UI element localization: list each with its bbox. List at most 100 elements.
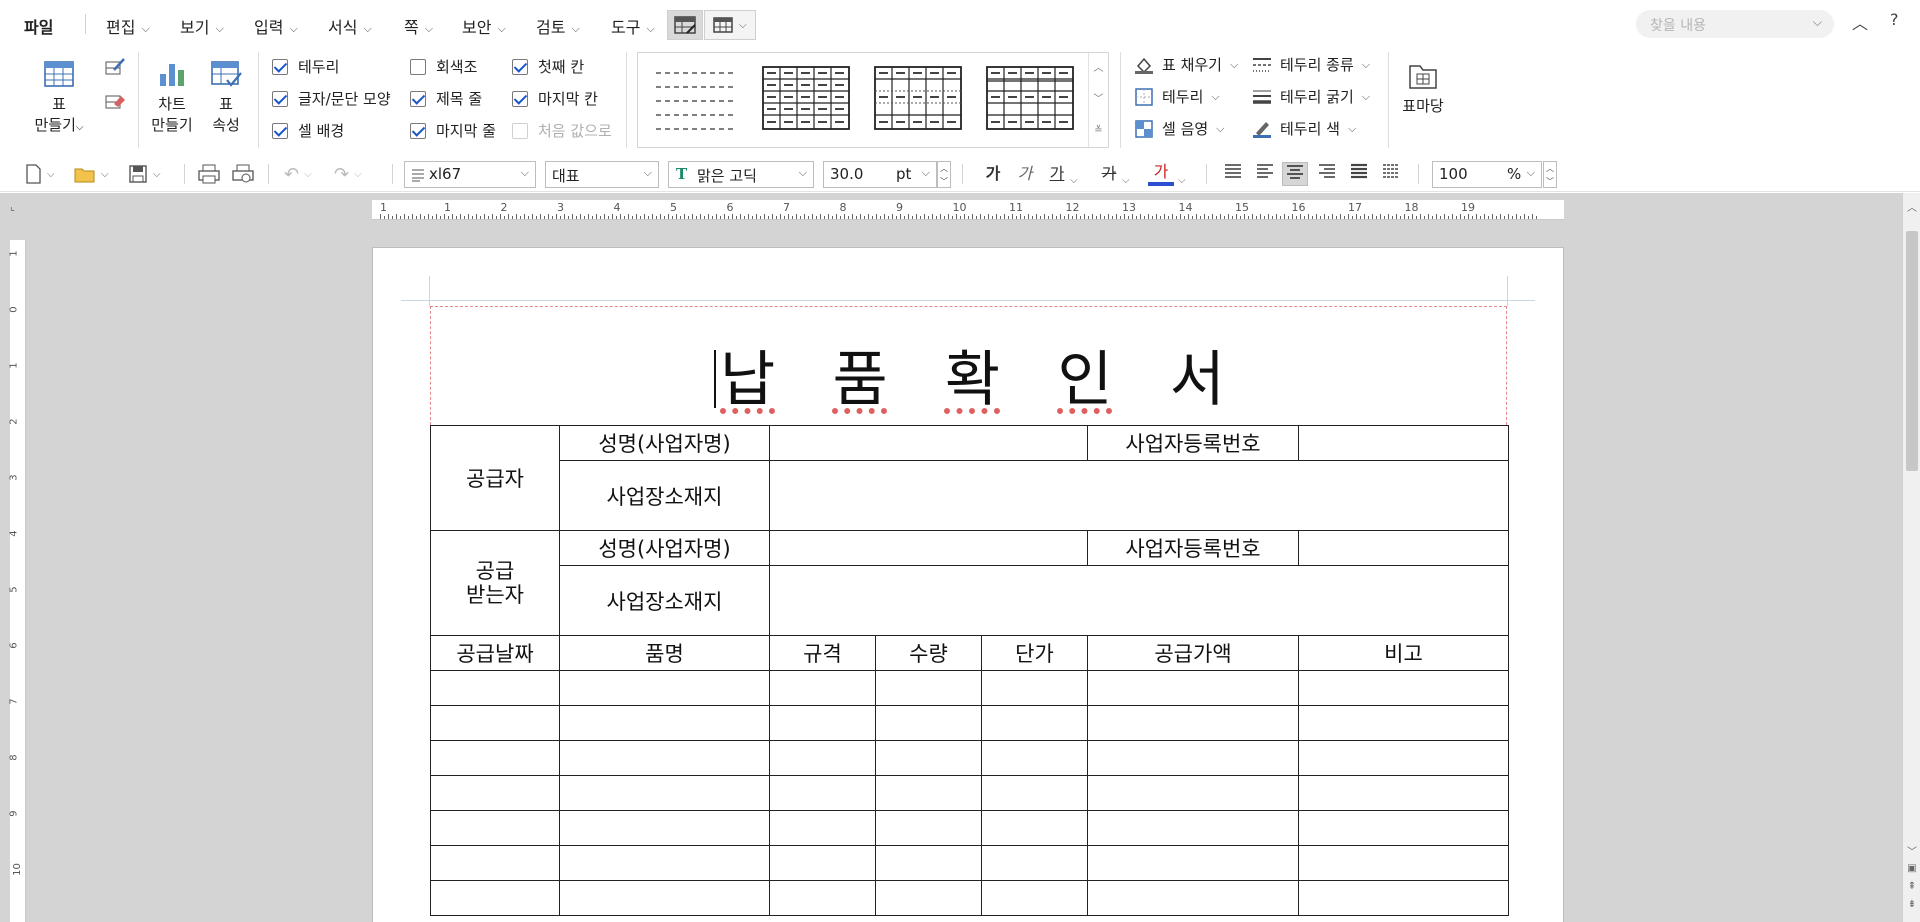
item-cell[interactable] <box>559 880 770 916</box>
item-cell[interactable] <box>1087 775 1299 811</box>
menu-file[interactable]: 파일 <box>24 14 53 38</box>
item-cell[interactable] <box>1087 705 1299 741</box>
item-cell[interactable] <box>981 670 1088 706</box>
column-header-spec[interactable]: 규격 <box>769 635 876 671</box>
supplier-name-label-cell[interactable]: 성명(사업자명) <box>559 425 770 461</box>
item-cell[interactable] <box>769 810 876 846</box>
zoom-input[interactable]: 100 % ⌵ <box>1432 161 1542 188</box>
menu-review[interactable]: 검토 ⌵ <box>536 14 580 38</box>
item-cell[interactable] <box>559 845 770 881</box>
menu-format[interactable]: 서식 ⌵ <box>328 14 372 38</box>
item-cell[interactable] <box>875 740 982 776</box>
print-button[interactable] <box>198 162 220 186</box>
item-cell[interactable] <box>559 775 770 811</box>
cell-shade-button[interactable]: 셀 음영 ⌵ <box>1134 118 1225 139</box>
item-cell[interactable] <box>1298 880 1509 916</box>
column-header-remarks[interactable]: 비고 <box>1298 635 1509 671</box>
justify-button[interactable] <box>1220 162 1246 186</box>
item-cell[interactable] <box>430 880 560 916</box>
column-header-supply-amount[interactable]: 공급가액 <box>1087 635 1299 671</box>
style-preview-grid-double[interactable] <box>986 66 1074 130</box>
border-button[interactable]: 테두리 ⌵ <box>1134 86 1220 107</box>
item-cell[interactable] <box>875 775 982 811</box>
font-color-options[interactable]: ⌵ <box>1178 168 1186 192</box>
item-cell[interactable] <box>1087 880 1299 916</box>
item-cell[interactable] <box>559 810 770 846</box>
zoom-stepper[interactable]: ︿ ﹀ <box>1543 161 1557 188</box>
next-page-icon[interactable]: ⇟ <box>1903 899 1920 910</box>
vertical-scrollbar[interactable]: ︿ ﹀ ▣ ⇞ ⇟ <box>1902 193 1920 922</box>
item-cell[interactable] <box>875 810 982 846</box>
item-cell[interactable] <box>559 740 770 776</box>
supplier-address-cell[interactable] <box>769 460 1509 531</box>
spin-up-icon[interactable]: ︿ <box>938 162 950 175</box>
menu-insert[interactable]: 입력 ⌵ <box>254 14 298 38</box>
table-properties-button[interactable]: 표 속성 <box>204 60 248 136</box>
border-color-button[interactable]: 테두리 색 ⌵ <box>1252 118 1356 139</box>
grayscale-checkbox[interactable]: 회색조 <box>410 56 477 77</box>
style-preview-grid-bold[interactable] <box>762 66 850 130</box>
menu-view[interactable]: 보기 ⌵ <box>180 14 224 38</box>
item-cell[interactable] <box>559 670 770 706</box>
new-document-button[interactable]: ⌵ <box>24 162 55 186</box>
horizontal-ruler[interactable]: 1 1 2 3 4 5 6 7 8 9 10 11 12 13 14 15 16 17 18 19 <box>372 200 1564 220</box>
table-design-tab[interactable] <box>667 10 703 40</box>
item-cell[interactable] <box>1087 670 1299 706</box>
item-cell[interactable] <box>430 705 560 741</box>
item-cell[interactable] <box>430 810 560 846</box>
ruler-corner-icon[interactable]: ⌞ <box>10 200 26 216</box>
draw-table-icon[interactable] <box>104 56 126 80</box>
underline-button[interactable]: 가 <box>1044 162 1070 186</box>
item-cell[interactable] <box>981 740 1088 776</box>
prev-page-icon[interactable]: ⇞ <box>1903 881 1920 892</box>
print-preview-button[interactable] <box>232 162 254 186</box>
column-header-date[interactable]: 공급날짜 <box>430 635 560 671</box>
table-fill-button[interactable]: 표 채우기 ⌵ <box>1134 54 1238 75</box>
table-madang-button[interactable]: 표마당 <box>1398 62 1448 117</box>
item-cell[interactable] <box>769 880 876 916</box>
receiver-address-label-cell[interactable]: 사업장소재지 <box>559 565 770 636</box>
collapse-ribbon-icon[interactable]: ︿ <box>1852 10 1868 34</box>
item-cell[interactable] <box>875 670 982 706</box>
strikethrough-options[interactable]: ⌵ <box>1122 168 1130 192</box>
first-column-checkbox[interactable]: 첫째 칸 <box>512 56 584 77</box>
erase-table-icon[interactable] <box>104 90 126 114</box>
help-icon[interactable]: ? <box>1890 10 1899 29</box>
item-cell[interactable] <box>1298 705 1509 741</box>
item-cell[interactable] <box>1087 845 1299 881</box>
undo-button[interactable]: ↶ ⌵ <box>284 162 312 186</box>
page-view-icon[interactable]: ▣ <box>1903 863 1920 874</box>
last-column-checkbox[interactable]: 마지막 칸 <box>512 88 598 109</box>
item-cell[interactable] <box>875 705 982 741</box>
spin-down-icon[interactable]: ﹀ <box>938 175 950 188</box>
item-cell[interactable] <box>981 845 1088 881</box>
gallery-up-icon[interactable]: ︿ <box>1089 53 1108 84</box>
char-para-shape-checkbox[interactable]: 글자/문단 모양 <box>272 88 391 109</box>
column-header-unit-price[interactable]: 단가 <box>981 635 1088 671</box>
menu-security[interactable]: 보안 ⌵ <box>462 14 506 38</box>
style-select[interactable]: xl67 ⌵ <box>404 161 536 188</box>
document-title[interactable]: 납 품 확 인 서 <box>431 331 1508 418</box>
gallery-more-icon[interactable]: ≚ <box>1089 115 1108 146</box>
cell-background-checkbox[interactable]: 셀 배경 <box>272 120 344 141</box>
font-color-button[interactable]: 가 <box>1148 162 1174 186</box>
supplier-regno-cell[interactable] <box>1298 425 1509 461</box>
scroll-down-icon[interactable]: ﹀ <box>1903 843 1920 858</box>
vertical-ruler[interactable]: 1 0 1 2 3 4 5 6 7 8 9 10 <box>9 240 26 922</box>
item-cell[interactable] <box>1087 740 1299 776</box>
item-cell[interactable] <box>430 775 560 811</box>
border-checkbox[interactable]: 테두리 <box>272 56 339 77</box>
item-cell[interactable] <box>981 775 1088 811</box>
menu-tools[interactable]: 도구 ⌵ <box>611 14 655 38</box>
item-cell[interactable] <box>430 845 560 881</box>
item-cell[interactable] <box>1298 845 1509 881</box>
save-button[interactable]: ⌵ <box>128 162 161 186</box>
font-select[interactable]: T 맑은 고딕 ⌵ <box>668 161 814 188</box>
align-left-button[interactable] <box>1252 162 1278 186</box>
receiver-address-cell[interactable] <box>769 565 1509 636</box>
last-row-checkbox[interactable]: 마지막 줄 <box>410 120 496 141</box>
font-size-input[interactable]: 30.0 pt ⌵ <box>823 161 937 188</box>
item-cell[interactable] <box>1298 670 1509 706</box>
receiver-label-cell[interactable]: 공급 받는자 <box>430 530 560 636</box>
gallery-down-icon[interactable]: ﹀ <box>1089 84 1108 115</box>
